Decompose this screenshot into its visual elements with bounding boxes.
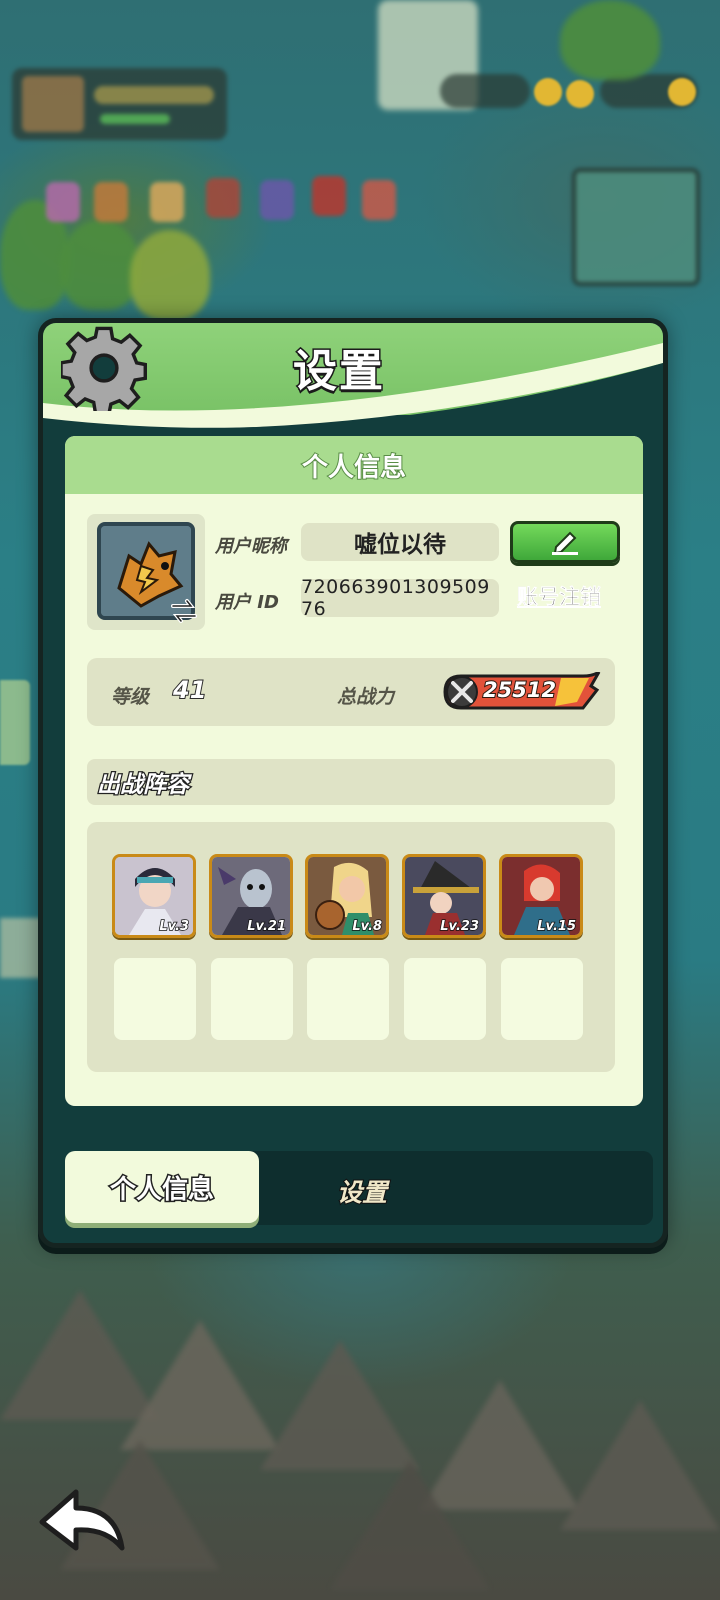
bg-mountain — [330, 1460, 490, 1590]
avatar-frame[interactable] — [87, 514, 205, 630]
hero-level: Lv.23 — [440, 918, 480, 935]
tab-settings[interactable]: 设置 — [336, 1173, 388, 1209]
hero-slot-3[interactable]: Lv.8 — [305, 854, 389, 938]
bg-mountain — [260, 1340, 420, 1470]
swap-arrows-icon[interactable] — [169, 598, 199, 624]
bg-coin — [668, 78, 696, 106]
back-arrow-icon[interactable] — [36, 1488, 128, 1554]
empty-hero-slot[interactable] — [114, 958, 196, 1040]
empty-hero-slot[interactable] — [211, 958, 293, 1040]
hero-level: Lv.15 — [537, 918, 577, 935]
power-value: 25512 — [482, 677, 557, 703]
settings-panel: 设置 个人信息 用户昵称 嘘位以待 — [38, 318, 668, 1248]
profile-section-title: 个人信息 — [301, 452, 407, 484]
hero-level: Lv.3 — [159, 918, 190, 935]
tab-profile[interactable]: 个人信息 — [65, 1151, 259, 1223]
tab-profile-label: 个人信息 — [108, 1173, 215, 1206]
hero-slot-5[interactable]: Lv.15 — [499, 854, 583, 938]
bg-coin — [566, 80, 594, 108]
bg-unit — [46, 182, 80, 222]
pencil-icon — [552, 531, 578, 555]
profile-card-header: 个人信息 — [65, 436, 643, 494]
hero-level: Lv.21 — [247, 918, 287, 935]
level-value: 41 — [172, 675, 207, 705]
hero-level: Lv.8 — [352, 918, 383, 935]
account-cancel-link[interactable]: 账号注销 — [517, 581, 602, 611]
nickname-field: 嘘位以待 — [301, 523, 499, 561]
bg-resource-1 — [440, 74, 530, 108]
hero-slot-4[interactable]: Lv.23 — [402, 854, 486, 938]
empty-hero-slot[interactable] — [501, 958, 583, 1040]
panel-header: 设置 — [43, 323, 663, 433]
gear-icon — [61, 326, 147, 411]
tab-bar: 个人信息 设置 — [65, 1151, 653, 1225]
hero-slot-2[interactable]: Lv.21 — [209, 854, 293, 938]
hero-slot-1[interactable]: Lv.3 — [112, 854, 196, 938]
empty-hero-slot[interactable] — [404, 958, 486, 1040]
lineup-area: Lv.3 Lv.21 Lv.8 Lv.23 Lv.15 — [87, 822, 615, 1072]
bg-unit — [362, 180, 396, 220]
bg-coin — [534, 78, 562, 106]
bg-unit — [206, 178, 240, 218]
nickname-label: 用户昵称 — [215, 536, 287, 557]
bg-tree — [130, 230, 210, 320]
bg-side-widget — [0, 680, 30, 765]
user-id-field: 720663901309509​76 — [301, 576, 499, 620]
bg-tree — [560, 0, 660, 80]
lineup-header: 出战阵容 — [87, 759, 615, 805]
profile-card: 个人信息 用户昵称 嘘位以待 — [65, 436, 643, 1106]
bg-unit — [312, 176, 346, 216]
nickname-value: 嘘位以待 — [354, 532, 446, 558]
user-id-value: 720663901309509​76 — [301, 576, 490, 620]
edit-nickname-button[interactable] — [510, 521, 620, 563]
user-id-label: 用户 ID — [215, 592, 279, 613]
bg-minimap — [572, 168, 700, 286]
empty-hero-slot[interactable] — [307, 958, 389, 1040]
bg-mountain — [560, 1400, 720, 1530]
power-label: 总战力 — [337, 686, 395, 708]
level-label: 等级 — [111, 686, 150, 708]
bg-unit — [260, 180, 294, 220]
panel-title: 设置 — [292, 345, 385, 399]
bg-player-bar — [12, 68, 227, 140]
bg-unit — [150, 182, 184, 222]
lineup-title: 出战阵容 — [96, 771, 191, 800]
bg-mountain — [120, 1320, 280, 1450]
power-badge: 25512 — [443, 672, 603, 712]
crossed-swords-icon — [446, 676, 478, 708]
bg-unit — [94, 182, 128, 222]
stats-row: 等级 41 总战力 25512 — [87, 658, 615, 726]
bg-tree — [60, 220, 140, 310]
